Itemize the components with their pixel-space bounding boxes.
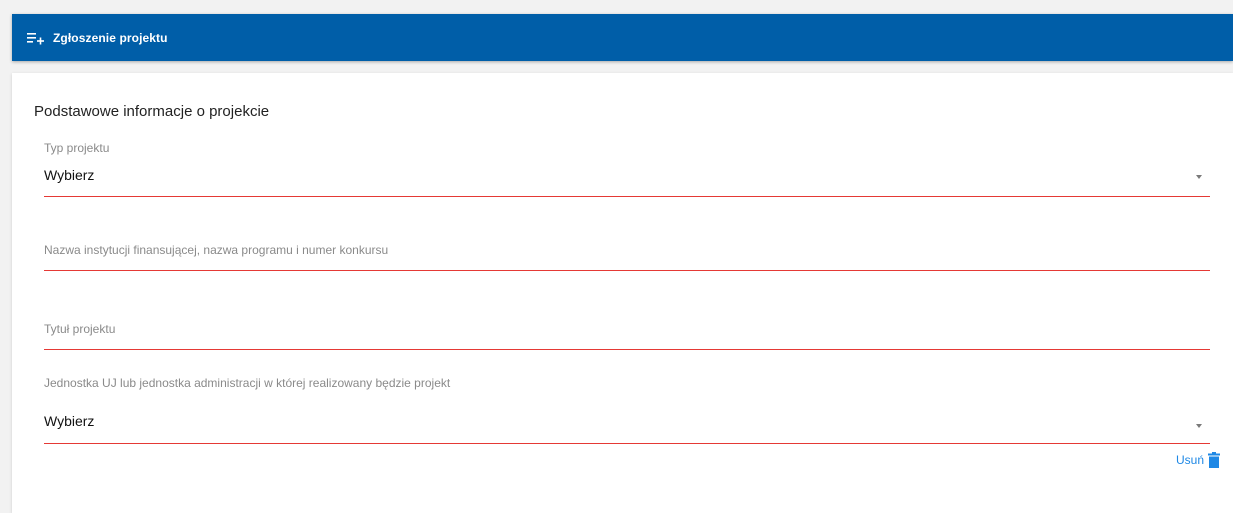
page-title: Zgłoszenie projektu bbox=[53, 30, 168, 45]
project-title-input[interactable]: Tytuł projektu bbox=[44, 322, 1210, 352]
form-card: Podstawowe informacje o projekcie Typ pr… bbox=[12, 73, 1233, 513]
unit-select[interactable]: Jednostka UJ lub jednostka administracji… bbox=[44, 376, 1210, 446]
project-type-value: Wybierz bbox=[44, 167, 95, 183]
header-bar: Zgłoszenie projektu bbox=[12, 14, 1233, 61]
unit-label: Jednostka UJ lub jednostka administracji… bbox=[44, 376, 451, 390]
chevron-down-icon bbox=[1196, 175, 1202, 179]
project-type-label: Typ projektu bbox=[44, 141, 110, 155]
playlist-add-icon bbox=[27, 31, 45, 45]
remove-button[interactable]: Usuń bbox=[1176, 452, 1220, 468]
unit-value: Wybierz bbox=[44, 413, 95, 429]
funding-institution-placeholder: Nazwa instytucji finansującej, nazwa pro… bbox=[44, 243, 389, 257]
funding-institution-underline bbox=[44, 270, 1210, 271]
funding-institution-input[interactable]: Nazwa instytucji finansującej, nazwa pro… bbox=[44, 243, 1210, 273]
chevron-down-icon bbox=[1196, 424, 1202, 428]
project-type-select[interactable]: Typ projektu Wybierz bbox=[44, 141, 1210, 199]
section-title: Podstawowe informacje o projekcie bbox=[34, 103, 270, 120]
project-type-underline bbox=[44, 196, 1210, 197]
project-title-underline bbox=[44, 349, 1210, 350]
remove-label: Usuń bbox=[1175, 453, 1204, 467]
unit-underline bbox=[44, 443, 1210, 444]
trash-icon bbox=[1208, 452, 1220, 468]
project-title-placeholder: Tytuł projektu bbox=[44, 322, 116, 336]
